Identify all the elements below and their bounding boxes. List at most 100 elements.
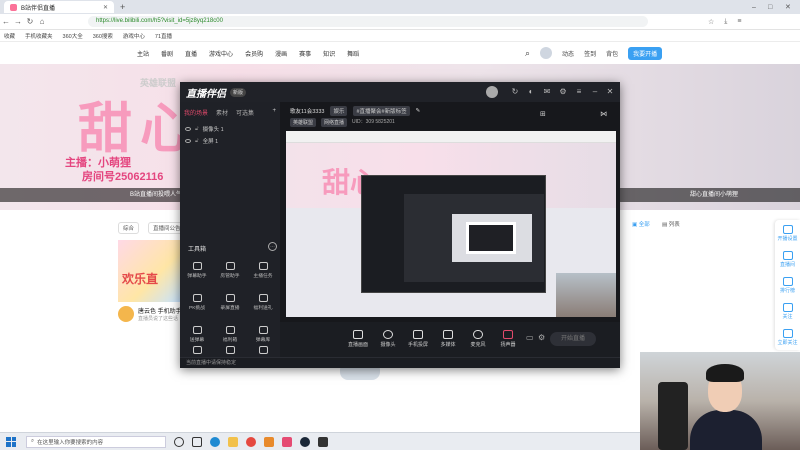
tool-vote[interactable] [182,344,212,358]
new-tab-icon[interactable]: + [120,2,125,12]
room-category-tag[interactable]: 娱乐 [330,106,348,116]
lock-icon[interactable]: 🔓︎ [195,138,199,145]
room-stream-tag[interactable]: 网络直播 [321,118,348,127]
explorer-icon[interactable] [228,436,238,447]
layout-option[interactable]: ▤ 列表 [662,220,680,228]
sidebar-item-live-room[interactable]: 直播间 [775,246,800,272]
steam-icon[interactable] [300,436,310,447]
nav-item[interactable]: 直播 [185,49,197,58]
start-live-button[interactable]: 开始直播 [550,332,596,346]
home-icon[interactable]: ⌂ [36,17,48,26]
filter-chip[interactable]: 综合 [118,222,140,234]
taskbar-search[interactable]: ⌕ 在这里输入你要搜索的内容 [26,435,166,448]
tool-record[interactable]: 录屏直播 [215,288,245,316]
sidebar-item-ranking[interactable]: 排行榜 [775,272,800,298]
menu-icon[interactable]: ≡ [574,87,584,97]
download-icon[interactable]: ⤓ [724,18,727,26]
bookmark-item[interactable]: 360大全 [63,32,83,40]
search-icon[interactable]: ⌕ [525,48,530,59]
cortana-icon[interactable] [174,436,184,447]
bookmark-item[interactable]: 71直播 [155,32,172,40]
source-item[interactable]: 🔓︎ 摄像头 1 [180,123,280,135]
add-source-icon[interactable]: + [272,108,276,117]
stream-preview[interactable]: 甜心 [286,131,616,317]
user-avatar[interactable] [540,47,553,59]
banner-bar-right[interactable]: 甜心直播间小萌狸 [690,188,738,202]
avatar[interactable] [486,86,498,98]
tool-danmaku-helper[interactable]: 弹幕助手 [182,256,212,284]
tab-optional[interactable]: 可选集 [236,108,254,117]
star-icon[interactable]: ☆ [708,18,714,26]
minimize-icon[interactable]: – [590,87,600,97]
settings-icon[interactable]: ⚙ [538,333,545,342]
nav-item[interactable]: 会员购 [245,49,263,58]
share-icon[interactable]: ⋈ [600,110,607,118]
lock-icon[interactable]: 🔓︎ [195,126,199,133]
user-name[interactable]: 唐云色 手机助手 [138,306,182,315]
user-avatar[interactable] [118,306,134,322]
close-tab-icon[interactable]: ✕ [103,4,108,11]
minimize-window-icon[interactable]: – [752,4,756,11]
layout-option[interactable]: ▣ 全部 [632,220,650,228]
tool-interactive[interactable] [215,344,245,358]
toolbox-more-icon[interactable]: … [268,242,277,251]
nav-item[interactable]: 赛事 [299,49,311,58]
room-title[interactable]: 歌友11会3333 [290,107,324,115]
nav-item[interactable]: 番剧 [161,49,173,58]
nav-right-item[interactable]: 签到 [584,49,596,58]
phone-cast-button[interactable]: 手机投屏 [402,325,434,353]
gift-icon[interactable]: ⊞ [540,110,546,118]
nav-right-item[interactable]: 动态 [562,49,574,58]
close-window-icon[interactable]: ✕ [785,3,791,11]
bookmark-item[interactable]: 360搜索 [93,32,113,40]
tool-host-tasks[interactable]: 主播任务 [248,256,278,284]
tab-materials[interactable]: 素材 [216,108,228,117]
tool-gifts[interactable]: 福利送礼 [248,288,278,316]
maximize-window-icon[interactable]: □ [768,4,772,11]
sidebar-item-follow[interactable]: 关注 [775,298,800,324]
source-item[interactable]: 🔓︎ 全屏 1 [180,135,280,147]
reload-icon[interactable]: ↻ [24,17,36,26]
sidebar-item-start-settings[interactable]: 开播设置 [775,220,800,246]
media-button[interactable]: 多媒体 [432,325,464,353]
tool-more[interactable] [248,344,278,358]
nav-item[interactable]: 主站 [137,49,149,58]
close-icon[interactable]: ✕ [605,87,615,97]
app-pink-icon[interactable] [282,436,292,447]
room-topic-tag[interactable]: #直播聚会#新版标签 [353,106,410,116]
browser-tab[interactable]: B站伴侣直播 ✕ [4,1,114,13]
nav-item[interactable]: 游戏中心 [209,49,233,58]
bookmark-item[interactable]: 游戏中心 [123,32,145,40]
url-field[interactable]: https://live.bilibili.com/h5?visit_id=5j… [88,16,648,27]
edge-icon[interactable] [210,436,220,447]
speaker-button[interactable]: 扬声器 [492,325,524,353]
skin-icon[interactable]: ◐ [526,87,536,97]
live-card-thumbnail[interactable]: 欢乐直 [118,240,180,302]
bookmark-item[interactable]: 收藏 [4,32,15,40]
refresh-icon[interactable]: ↻ [510,87,520,97]
bookmark-item[interactable]: 手机收藏夹 [25,32,53,40]
forward-icon[interactable]: → [12,17,24,26]
eye-icon[interactable] [185,127,191,131]
sidebar-item-follow-now[interactable]: 立即关注 [775,324,800,350]
windows-start-icon[interactable] [6,436,16,447]
app-orange-icon[interactable] [264,436,274,447]
room-area-tag[interactable]: 英雄联盟 [290,118,317,127]
tab-my-scenes[interactable]: 我的场景 [184,108,208,117]
edit-icon[interactable]: ✎ [416,108,421,114]
settings-icon[interactable]: ⚙ [558,87,568,97]
mail-icon[interactable]: ✉ [542,87,552,97]
microphone-button[interactable]: 麦克风 [462,325,494,353]
start-live-button[interactable]: 我要开播 [628,46,663,60]
menu-icon[interactable]: ≡ [737,18,741,25]
back-icon[interactable]: ← [0,17,12,26]
app-red-icon[interactable] [246,436,256,447]
camera-button[interactable]: 摄像头 [372,325,404,353]
tool-room-admin[interactable]: 房管助手 [215,256,245,284]
nav-item[interactable]: 舞蹈 [347,49,359,58]
task-view-icon[interactable] [192,436,202,447]
nav-right-item[interactable]: 背包 [606,49,618,58]
tool-pk[interactable]: PK挑战 [182,288,212,316]
nav-item[interactable]: 漫画 [275,49,287,58]
app-dark-icon[interactable] [318,436,328,447]
